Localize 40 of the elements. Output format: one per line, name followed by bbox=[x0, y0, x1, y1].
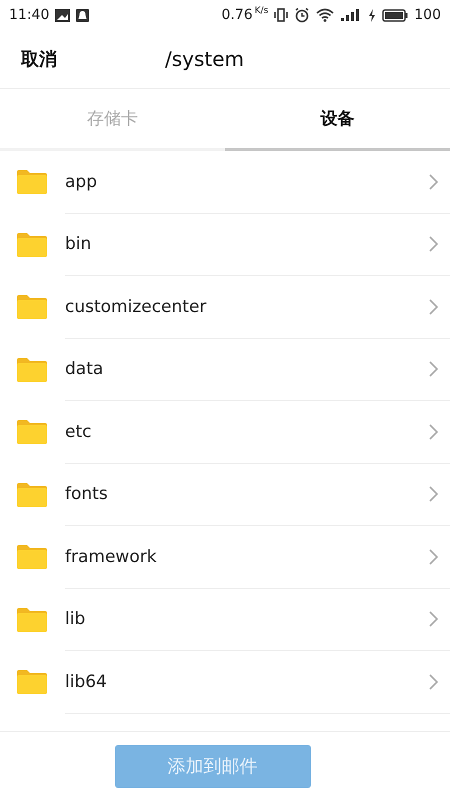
folder-icon bbox=[17, 295, 47, 320]
image-notification-icon bbox=[55, 8, 70, 22]
folder-row[interactable]: etc bbox=[65, 401, 450, 464]
folder-icon bbox=[17, 482, 47, 507]
chevron-icon bbox=[429, 674, 438, 690]
folder-icon bbox=[17, 232, 47, 257]
clock-time: 11:40 bbox=[9, 7, 50, 23]
folder-icon bbox=[17, 358, 47, 382]
battery-level: 100 bbox=[414, 7, 441, 23]
folder-row[interactable]: bin bbox=[65, 214, 450, 276]
chevron-icon bbox=[429, 611, 438, 628]
speed-unit: K/s bbox=[254, 6, 268, 16]
alarm-icon bbox=[294, 7, 310, 23]
chevron-icon bbox=[429, 236, 438, 252]
cancel-button[interactable]: 取消 bbox=[21, 47, 57, 71]
folder-row[interactable]: lib64 bbox=[65, 651, 450, 714]
folder-row[interactable]: fonts bbox=[65, 464, 450, 526]
chevron-icon bbox=[429, 486, 438, 502]
folder-icon bbox=[17, 170, 47, 194]
chevron-icon bbox=[429, 174, 438, 190]
folder-row[interactable]: customizecenter bbox=[65, 276, 450, 338]
chevron-icon bbox=[429, 424, 438, 440]
battery-icon bbox=[382, 8, 408, 22]
chevron-icon bbox=[429, 361, 438, 378]
folder-row[interactable]: data bbox=[65, 338, 450, 401]
folder-icon bbox=[17, 670, 47, 694]
folder-icon bbox=[17, 545, 47, 570]
folder-row[interactable]: lib bbox=[65, 588, 450, 651]
tab[interactable]: 设备 bbox=[225, 89, 450, 151]
folder-row[interactable]: framework bbox=[65, 526, 450, 588]
charging-icon bbox=[368, 8, 376, 22]
folder-icon bbox=[17, 420, 47, 444]
chevron-icon bbox=[429, 298, 438, 315]
folder-icon bbox=[17, 608, 47, 632]
wifi-icon bbox=[316, 8, 334, 22]
network-speed: 0.76 bbox=[221, 7, 253, 23]
vibrate-icon bbox=[274, 8, 288, 22]
chevron-icon bbox=[429, 548, 438, 565]
folder-path: /system bbox=[165, 47, 244, 71]
folder-row[interactable]: app bbox=[65, 151, 450, 214]
